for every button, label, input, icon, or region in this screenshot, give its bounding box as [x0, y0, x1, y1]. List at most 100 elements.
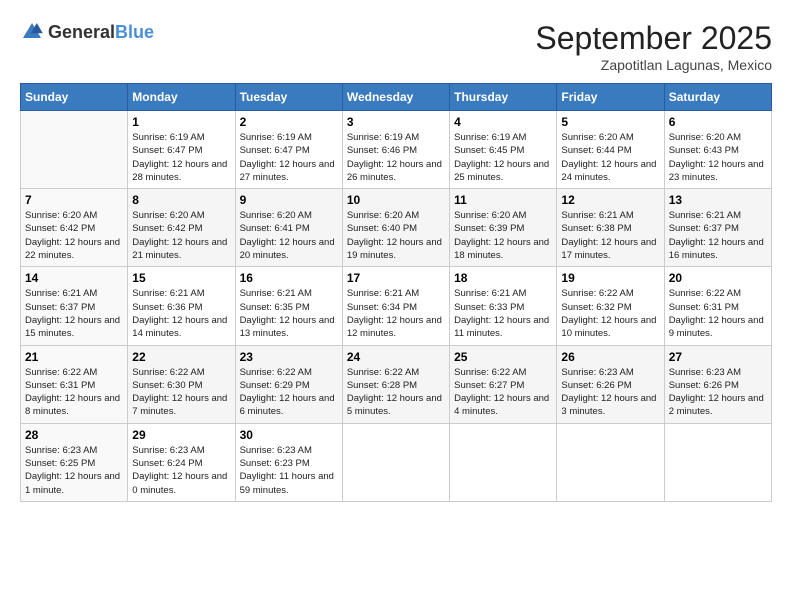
day-number: 24	[347, 350, 445, 364]
day-number: 27	[669, 350, 767, 364]
day-number: 3	[347, 115, 445, 129]
day-number: 21	[25, 350, 123, 364]
day-info: Sunrise: 6:20 AM Sunset: 6:43 PM Dayligh…	[669, 131, 767, 184]
day-info: Sunrise: 6:19 AM Sunset: 6:47 PM Dayligh…	[132, 131, 230, 184]
calendar-cell: 9 Sunrise: 6:20 AM Sunset: 6:41 PM Daylig…	[235, 189, 342, 267]
calendar-cell	[664, 423, 771, 501]
calendar-cell: 1 Sunrise: 6:19 AM Sunset: 6:47 PM Daylig…	[128, 111, 235, 189]
day-number: 20	[669, 271, 767, 285]
logo-icon	[20, 20, 44, 44]
col-header-monday: Monday	[128, 84, 235, 111]
month-title: September 2025	[535, 20, 772, 57]
day-number: 1	[132, 115, 230, 129]
day-number: 5	[561, 115, 659, 129]
day-info: Sunrise: 6:21 AM Sunset: 6:37 PM Dayligh…	[669, 209, 767, 262]
calendar-cell: 3 Sunrise: 6:19 AM Sunset: 6:46 PM Daylig…	[342, 111, 449, 189]
calendar-cell: 22 Sunrise: 6:22 AM Sunset: 6:30 PM Dayli…	[128, 345, 235, 423]
col-header-wednesday: Wednesday	[342, 84, 449, 111]
day-info: Sunrise: 6:21 AM Sunset: 6:34 PM Dayligh…	[347, 287, 445, 340]
page-header: GeneralBlue September 2025 Zapotitlan La…	[20, 20, 772, 73]
calendar-cell: 5Sunrise: 6:20 AM Sunset: 6:44 PM Daylig…	[557, 111, 664, 189]
day-info: Sunrise: 6:23 AM Sunset: 6:25 PM Dayligh…	[25, 444, 123, 497]
calendar-table: SundayMondayTuesdayWednesdayThursdayFrid…	[20, 83, 772, 502]
day-info: Sunrise: 6:20 AM Sunset: 6:42 PM Dayligh…	[132, 209, 230, 262]
calendar-cell: 25 Sunrise: 6:22 AM Sunset: 6:27 PM Dayli…	[450, 345, 557, 423]
day-info: Sunrise: 6:22 AM Sunset: 6:30 PM Dayligh…	[132, 366, 230, 419]
calendar-cell: 24 Sunrise: 6:22 AM Sunset: 6:28 PM Dayli…	[342, 345, 449, 423]
calendar-cell: 4 Sunrise: 6:19 AM Sunset: 6:45 PM Daylig…	[450, 111, 557, 189]
day-info: Sunrise: 6:23 AM Sunset: 6:26 PM Dayligh…	[669, 366, 767, 419]
calendar-cell: 12 Sunrise: 6:21 AM Sunset: 6:38 PM Dayli…	[557, 189, 664, 267]
day-number: 8	[132, 193, 230, 207]
day-number: 4	[454, 115, 552, 129]
calendar-cell: 2 Sunrise: 6:19 AM Sunset: 6:47 PM Daylig…	[235, 111, 342, 189]
calendar-cell: 17 Sunrise: 6:21 AM Sunset: 6:34 PM Dayli…	[342, 267, 449, 345]
calendar-cell: 18Sunrise: 6:21 AM Sunset: 6:33 PM Dayli…	[450, 267, 557, 345]
day-number: 28	[25, 428, 123, 442]
day-number: 10	[347, 193, 445, 207]
day-number: 22	[132, 350, 230, 364]
day-number: 7	[25, 193, 123, 207]
calendar-cell	[557, 423, 664, 501]
col-header-friday: Friday	[557, 84, 664, 111]
day-info: Sunrise: 6:21 AM Sunset: 6:35 PM Dayligh…	[240, 287, 338, 340]
day-info: Sunrise: 6:22 AM Sunset: 6:28 PM Dayligh…	[347, 366, 445, 419]
day-number: 9	[240, 193, 338, 207]
calendar-cell: 26 Sunrise: 6:23 AM Sunset: 6:26 PM Dayli…	[557, 345, 664, 423]
col-header-sunday: Sunday	[21, 84, 128, 111]
location-title: Zapotitlan Lagunas, Mexico	[535, 57, 772, 73]
day-number: 2	[240, 115, 338, 129]
calendar-cell: 14Sunrise: 6:21 AM Sunset: 6:37 PM Dayli…	[21, 267, 128, 345]
day-number: 23	[240, 350, 338, 364]
calendar-cell: 27 Sunrise: 6:23 AM Sunset: 6:26 PM Dayli…	[664, 345, 771, 423]
day-number: 11	[454, 193, 552, 207]
day-info: Sunrise: 6:22 AM Sunset: 6:27 PM Dayligh…	[454, 366, 552, 419]
day-info: Sunrise: 6:20 AM Sunset: 6:41 PM Dayligh…	[240, 209, 338, 262]
calendar-cell: 13 Sunrise: 6:21 AM Sunset: 6:37 PM Dayli…	[664, 189, 771, 267]
day-info: Sunrise: 6:20 AM Sunset: 6:40 PM Dayligh…	[347, 209, 445, 262]
calendar-cell: 19 Sunrise: 6:22 AM Sunset: 6:32 PM Dayli…	[557, 267, 664, 345]
day-info: Sunrise: 6:19 AM Sunset: 6:45 PM Dayligh…	[454, 131, 552, 184]
day-number: 25	[454, 350, 552, 364]
day-number: 15	[132, 271, 230, 285]
day-info: Sunrise: 6:22 AM Sunset: 6:31 PM Dayligh…	[25, 366, 123, 419]
calendar-cell: 11 Sunrise: 6:20 AM Sunset: 6:39 PM Dayli…	[450, 189, 557, 267]
calendar-cell: 20 Sunrise: 6:22 AM Sunset: 6:31 PM Dayli…	[664, 267, 771, 345]
calendar-cell: 21 Sunrise: 6:22 AM Sunset: 6:31 PM Dayli…	[21, 345, 128, 423]
day-info: Sunrise: 6:22 AM Sunset: 6:29 PM Dayligh…	[240, 366, 338, 419]
day-info: Sunrise: 6:21 AM Sunset: 6:38 PM Dayligh…	[561, 209, 659, 262]
calendar-cell	[342, 423, 449, 501]
day-number: 6	[669, 115, 767, 129]
day-info: Sunrise: 6:19 AM Sunset: 6:46 PM Dayligh…	[347, 131, 445, 184]
day-number: 16	[240, 271, 338, 285]
day-info: Sunrise: 6:20 AM Sunset: 6:39 PM Dayligh…	[454, 209, 552, 262]
day-number: 13	[669, 193, 767, 207]
day-info: Sunrise: 6:19 AM Sunset: 6:47 PM Dayligh…	[240, 131, 338, 184]
day-info: Sunrise: 6:23 AM Sunset: 6:23 PM Dayligh…	[240, 444, 338, 497]
calendar-cell: 7 Sunrise: 6:20 AM Sunset: 6:42 PM Daylig…	[21, 189, 128, 267]
day-number: 26	[561, 350, 659, 364]
day-number: 30	[240, 428, 338, 442]
calendar-cell: 6 Sunrise: 6:20 AM Sunset: 6:43 PM Daylig…	[664, 111, 771, 189]
logo: GeneralBlue	[20, 20, 154, 44]
col-header-thursday: Thursday	[450, 84, 557, 111]
col-header-tuesday: Tuesday	[235, 84, 342, 111]
day-number: 12	[561, 193, 659, 207]
day-info: Sunrise: 6:22 AM Sunset: 6:32 PM Dayligh…	[561, 287, 659, 340]
day-info: Sunrise: 6:20 AM Sunset: 6:42 PM Dayligh…	[25, 209, 123, 262]
calendar-cell: 8 Sunrise: 6:20 AM Sunset: 6:42 PM Daylig…	[128, 189, 235, 267]
calendar-cell: 30 Sunrise: 6:23 AM Sunset: 6:23 PM Dayli…	[235, 423, 342, 501]
title-block: September 2025 Zapotitlan Lagunas, Mexic…	[535, 20, 772, 73]
day-number: 14	[25, 271, 123, 285]
day-info: Sunrise: 6:21 AM Sunset: 6:33 PM Dayligh…	[454, 287, 552, 340]
day-info: Sunrise: 6:22 AM Sunset: 6:31 PM Dayligh…	[669, 287, 767, 340]
calendar-cell: 23 Sunrise: 6:22 AM Sunset: 6:29 PM Dayli…	[235, 345, 342, 423]
day-info: Sunrise: 6:23 AM Sunset: 6:26 PM Dayligh…	[561, 366, 659, 419]
day-info: Sunrise: 6:21 AM Sunset: 6:36 PM Dayligh…	[132, 287, 230, 340]
calendar-cell: 28 Sunrise: 6:23 AM Sunset: 6:25 PM Dayli…	[21, 423, 128, 501]
logo-text-general: General	[48, 22, 115, 42]
calendar-cell: 16 Sunrise: 6:21 AM Sunset: 6:35 PM Dayli…	[235, 267, 342, 345]
day-number: 19	[561, 271, 659, 285]
day-number: 17	[347, 271, 445, 285]
col-header-saturday: Saturday	[664, 84, 771, 111]
